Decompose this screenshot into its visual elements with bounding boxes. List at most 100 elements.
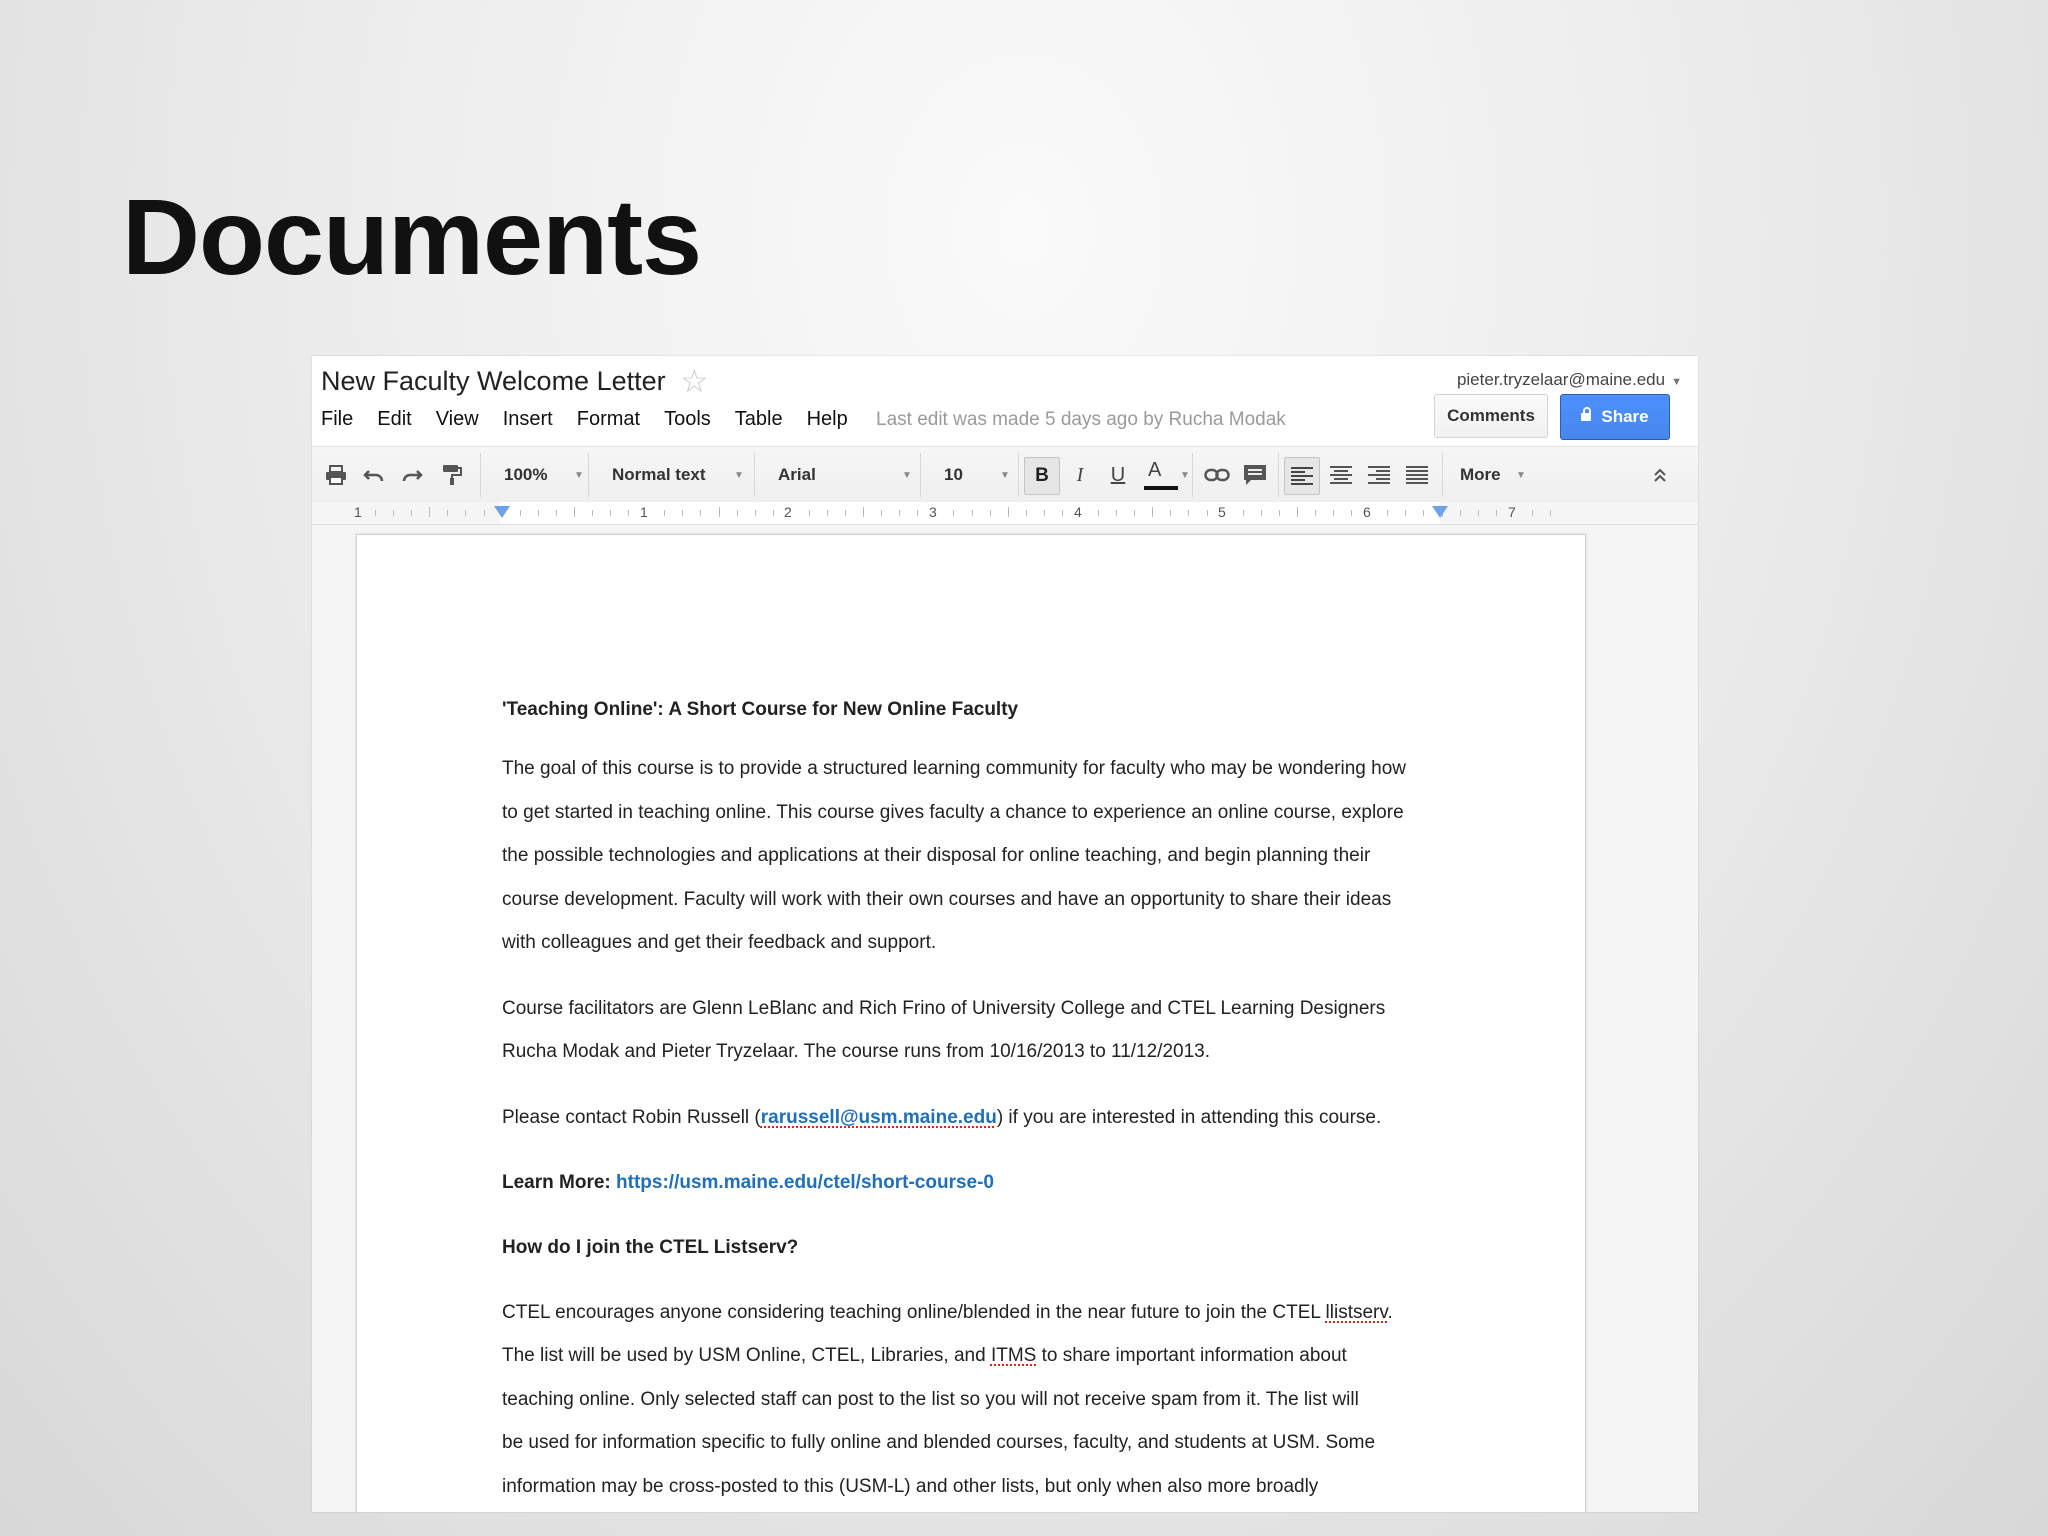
toolbar-separator xyxy=(1442,453,1443,497)
menu-tools[interactable]: Tools xyxy=(664,408,711,431)
paragraph-contact: Please contact Robin Russell (rarussell@… xyxy=(502,1096,1452,1140)
email-link[interactable]: rarussell@usm.maine.edu xyxy=(761,1107,997,1128)
align-left-button[interactable] xyxy=(1284,457,1320,495)
paint-format-icon xyxy=(443,465,462,485)
ruler-tick xyxy=(827,510,828,516)
ruler-tick xyxy=(899,510,900,516)
ruler-tick xyxy=(375,510,376,516)
font-size-select[interactable]: 10 ▼ xyxy=(930,457,1016,493)
ruler-tick xyxy=(574,507,575,517)
menu-format[interactable]: Format xyxy=(577,408,640,431)
ruler-tick xyxy=(755,510,756,516)
ruler-tick xyxy=(628,510,629,516)
toolbar-separator xyxy=(920,453,921,497)
menu-help[interactable]: Help xyxy=(807,408,848,431)
ruler-tick xyxy=(538,510,539,516)
account-menu[interactable]: pieter.tryzelaar@maine.edu ▼ xyxy=(1457,370,1682,390)
underline-button[interactable]: U xyxy=(1102,457,1134,493)
redo-button[interactable] xyxy=(396,457,428,493)
menu-insert[interactable]: Insert xyxy=(503,408,553,431)
ruler[interactable]: 1 1 2 3 4 5 6 7 xyxy=(312,502,1698,525)
document-heading: 'Teaching Online': A Short Course for Ne… xyxy=(502,699,1019,720)
ruler-tick xyxy=(1207,510,1208,516)
justify-button[interactable] xyxy=(1400,457,1434,493)
ruler-tick xyxy=(1026,510,1027,516)
document-title[interactable]: New Faculty Welcome Letter xyxy=(321,366,666,397)
ruler-tick xyxy=(610,510,611,516)
font-size-value: 10 xyxy=(944,465,963,484)
ruler-tick xyxy=(1261,510,1262,516)
font-select[interactable]: Arial ▼ xyxy=(764,457,922,493)
insert-comment-button[interactable] xyxy=(1238,457,1272,493)
ruler-tick xyxy=(809,510,810,516)
text-line: the possible technologies and applicatio… xyxy=(502,845,1371,866)
document-page[interactable]: 'Teaching Online': A Short Course for Ne… xyxy=(356,534,1586,1512)
align-right-button[interactable] xyxy=(1362,457,1396,493)
ruler-tick xyxy=(1243,510,1244,516)
text-span: Please contact Robin Russell ( xyxy=(502,1106,761,1128)
ruler-tick xyxy=(664,510,665,516)
menu-table[interactable]: Table xyxy=(735,408,783,431)
text-line: teaching online. Only selected staff can… xyxy=(502,1388,1359,1410)
align-right-icon xyxy=(1368,466,1390,484)
paint-format-button[interactable] xyxy=(436,457,468,493)
lock-icon xyxy=(1581,407,1592,421)
left-indent-marker[interactable] xyxy=(494,506,510,518)
menu-file[interactable]: File xyxy=(321,408,353,431)
text-line: course development. Faculty will work wi… xyxy=(502,888,1392,910)
insert-link-button[interactable] xyxy=(1200,457,1234,493)
toolbar-separator xyxy=(480,453,481,497)
misspelled-word[interactable]: ITMS xyxy=(991,1345,1036,1366)
text-color-button[interactable]: A ▼ xyxy=(1140,457,1190,493)
double-chevron-up-icon xyxy=(1654,468,1666,482)
text-line: be used for information specific to full… xyxy=(502,1432,1376,1453)
ruler-tick xyxy=(1044,510,1045,516)
ruler-tick xyxy=(484,510,485,516)
ruler-number: 2 xyxy=(784,504,792,520)
share-label: Share xyxy=(1601,407,1649,426)
ruler-number: 1 xyxy=(354,504,362,520)
collapse-menus-button[interactable] xyxy=(1644,457,1676,493)
comments-button[interactable]: Comments xyxy=(1434,394,1548,438)
ruler-number: 5 xyxy=(1218,504,1226,520)
italic-button[interactable]: I xyxy=(1064,457,1096,493)
last-edit-status[interactable]: Last edit was made 5 days ago by Rucha M… xyxy=(876,409,1286,431)
ruler-number: 7 xyxy=(1508,504,1516,520)
learn-more-link[interactable]: https://usm.maine.edu/ctel/short-course-… xyxy=(616,1172,994,1193)
right-indent-marker[interactable] xyxy=(1432,506,1448,518)
ruler-tick xyxy=(1134,510,1135,516)
caret-down-icon: ▼ xyxy=(1516,469,1526,481)
ruler-tick xyxy=(1496,510,1497,516)
zoom-select[interactable]: 100% ▼ xyxy=(490,457,594,493)
ruler-tick xyxy=(953,510,954,516)
text-span: to share important information about xyxy=(1036,1345,1347,1366)
ruler-tick xyxy=(1550,510,1551,516)
ruler-tick xyxy=(773,510,774,516)
share-button[interactable]: Share xyxy=(1560,394,1670,440)
star-icon[interactable]: ☆ xyxy=(680,362,709,400)
ruler-tick xyxy=(682,510,683,516)
align-center-button[interactable] xyxy=(1324,457,1358,493)
ruler-tick xyxy=(863,507,864,517)
more-menu[interactable]: More ▼ xyxy=(1450,457,1540,493)
menu-edit[interactable]: Edit xyxy=(377,408,411,431)
toolbar-separator xyxy=(1278,453,1279,497)
caret-down-icon: ▼ xyxy=(734,469,744,481)
misspelled-word[interactable]: llistserv xyxy=(1326,1302,1388,1323)
zoom-value: 100% xyxy=(504,465,548,484)
text-span: . xyxy=(1387,1301,1393,1323)
text-color-icon: A xyxy=(1148,459,1162,481)
caret-down-icon: ▼ xyxy=(902,469,912,481)
paragraph-learn-more: Learn More: https://usm.maine.edu/ctel/s… xyxy=(502,1161,1452,1205)
ruler-tick xyxy=(520,510,521,516)
paragraph-style-select[interactable]: Normal text ▼ xyxy=(598,457,758,493)
ruler-tick xyxy=(1423,510,1424,516)
bold-button[interactable]: B xyxy=(1024,457,1060,495)
learn-more-label: Learn More: xyxy=(502,1172,611,1193)
undo-icon xyxy=(363,470,384,482)
print-button[interactable] xyxy=(320,457,352,493)
undo-button[interactable] xyxy=(358,457,390,493)
ruler-tick xyxy=(556,510,557,516)
text-span: ) if you are interested in attending thi… xyxy=(996,1106,1382,1128)
menu-view[interactable]: View xyxy=(436,408,479,431)
